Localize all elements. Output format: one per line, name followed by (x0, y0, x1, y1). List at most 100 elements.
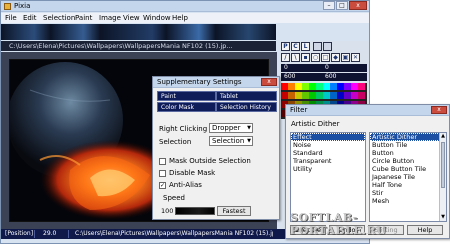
right-clicking-dropdown[interactable]: Dropper ▼ (209, 123, 253, 133)
position-label: [Position] (5, 230, 35, 238)
color-swatch[interactable] (358, 83, 365, 90)
value-row: 600 600 (281, 73, 367, 81)
position-value: 29.0 (41, 230, 69, 238)
tool-c-button[interactable]: C (291, 42, 300, 51)
close-button[interactable]: x (349, 1, 367, 10)
color-swatch[interactable] (337, 83, 344, 90)
menu-image[interactable]: Image (99, 14, 121, 22)
color-swatch[interactable] (302, 92, 309, 99)
color-swatch[interactable] (281, 83, 288, 90)
title-bar[interactable]: Pixia – □ x (1, 1, 369, 12)
value-3: 600 (325, 73, 337, 80)
supplementary-title: Supplementary Settings (157, 78, 242, 86)
window-title: Pixia (14, 2, 31, 10)
tab-color-mask[interactable]: Color Mask (157, 102, 216, 112)
category-item[interactable]: Effect (291, 133, 365, 141)
speed-value: 100 (161, 207, 174, 215)
disable-mask-checkbox[interactable] (159, 170, 166, 177)
color-swatch[interactable] (358, 92, 365, 99)
filter-list[interactable]: Artistic Dither Button Tile Button Circl… (369, 132, 447, 222)
tab-selection-history[interactable]: Selection History (216, 102, 277, 112)
color-swatch[interactable] (288, 83, 295, 90)
filter-item[interactable]: Artistic Dither (370, 133, 440, 141)
color-swatch[interactable] (323, 92, 330, 99)
filter-close-button[interactable]: x (431, 106, 447, 114)
tool-button[interactable] (313, 42, 322, 51)
menu-window[interactable]: Window (143, 14, 171, 22)
color-swatch[interactable] (295, 83, 302, 90)
category-item[interactable]: Standard (291, 149, 365, 157)
filter-item[interactable]: Half Tone (370, 181, 440, 189)
minimize-button[interactable]: – (323, 1, 335, 10)
color-swatch[interactable] (351, 83, 358, 90)
category-item[interactable]: Noise (291, 141, 365, 149)
circle-tool-icon[interactable]: ○ (311, 53, 320, 62)
current-filter-label: Artistic Dither (291, 120, 340, 128)
filter-item[interactable]: Mesh (370, 197, 440, 205)
color-swatch[interactable] (309, 83, 316, 90)
anti-alias-label: Anti-Alias (169, 181, 202, 189)
color-swatch[interactable] (316, 83, 323, 90)
supplementary-title-bar[interactable]: Supplementary Settings x (153, 77, 279, 88)
tool-l-button[interactable]: L (301, 42, 310, 51)
anti-alias-checkbox[interactable]: ✓ (159, 182, 166, 189)
color-swatch[interactable] (344, 83, 351, 90)
right-clicking-label: Right Clicking (159, 125, 208, 133)
scroll-thumb[interactable] (441, 142, 445, 188)
watermark: SOFTLAB-PORTABLE.RU (290, 211, 387, 237)
category-item[interactable]: Transparent (291, 157, 365, 165)
tab-paint[interactable]: Paint (157, 91, 216, 101)
tool-button[interactable] (323, 42, 332, 51)
color-swatch[interactable] (330, 92, 337, 99)
filter-item[interactable]: Button (370, 149, 440, 157)
mask-tool-icon[interactable]: ▣ (341, 53, 350, 62)
menu-edit[interactable]: Edit (23, 14, 37, 22)
filter-item[interactable]: Circle Button (370, 157, 440, 165)
filter-item[interactable]: Stir (370, 189, 440, 197)
maximize-button[interactable]: □ (336, 1, 348, 10)
disable-mask-label: Disable Mask (169, 169, 216, 177)
color-swatch[interactable] (316, 92, 323, 99)
filter-title-bar[interactable]: Filter x (286, 105, 449, 116)
color-swatch[interactable] (323, 83, 330, 90)
mask-outside-checkbox[interactable] (159, 158, 166, 165)
selection-dropdown[interactable]: Selection ▼ (209, 136, 253, 146)
color-swatch[interactable] (330, 83, 337, 90)
document-tab[interactable]: C:\Users\Elena\Pictures\Wallpapers\Wallp… (1, 41, 276, 51)
right-clicking-value: Dropper (212, 124, 241, 132)
color-swatch[interactable] (295, 92, 302, 99)
color-swatch[interactable] (309, 92, 316, 99)
toolbar-strip[interactable] (1, 24, 276, 40)
scroll-up-icon[interactable]: ▲ (440, 133, 446, 140)
filter-item[interactable]: Cube Button Tile (370, 165, 440, 173)
stamp-tool-icon[interactable]: ▪ (301, 53, 310, 62)
menu-paint[interactable]: Paint (75, 14, 92, 22)
color-swatch[interactable] (344, 92, 351, 99)
filter-item[interactable]: Japanese Tile (370, 173, 440, 181)
menu-view[interactable]: View (123, 14, 140, 22)
category-item[interactable]: Utility (291, 165, 365, 173)
filter-item[interactable]: Button Tile (370, 141, 440, 149)
color-swatch[interactable] (288, 92, 295, 99)
color-swatch[interactable] (281, 92, 288, 99)
value-0: 0 (284, 64, 288, 71)
filter-category-list[interactable]: Effect Noise Standard Transparent Utilit… (290, 132, 366, 222)
color-swatch[interactable] (302, 83, 309, 90)
rect-tool-icon[interactable]: □ (321, 53, 330, 62)
color-swatch[interactable] (337, 92, 344, 99)
fastest-button[interactable]: Fastest (217, 206, 251, 216)
eraser-tool-icon[interactable]: ✕ (351, 53, 360, 62)
fill-tool-icon[interactable]: ◆ (331, 53, 340, 62)
filter-list-scrollbar[interactable]: ▲ ▼ (439, 133, 446, 221)
menu-help[interactable]: Help (172, 14, 188, 22)
menu-selection[interactable]: Selection (43, 14, 75, 22)
brush-tool-icon[interactable]: / (281, 53, 290, 62)
speed-slider[interactable] (175, 207, 215, 215)
tab-tablet[interactable]: Tablet (216, 91, 277, 101)
pencil-tool-icon[interactable]: \ (291, 53, 300, 62)
color-swatch[interactable] (351, 92, 358, 99)
supplementary-close-button[interactable]: x (261, 78, 277, 86)
tool-p-button[interactable]: P (281, 42, 290, 51)
speed-label: Speed (163, 194, 185, 202)
menu-file[interactable]: File (5, 14, 17, 22)
